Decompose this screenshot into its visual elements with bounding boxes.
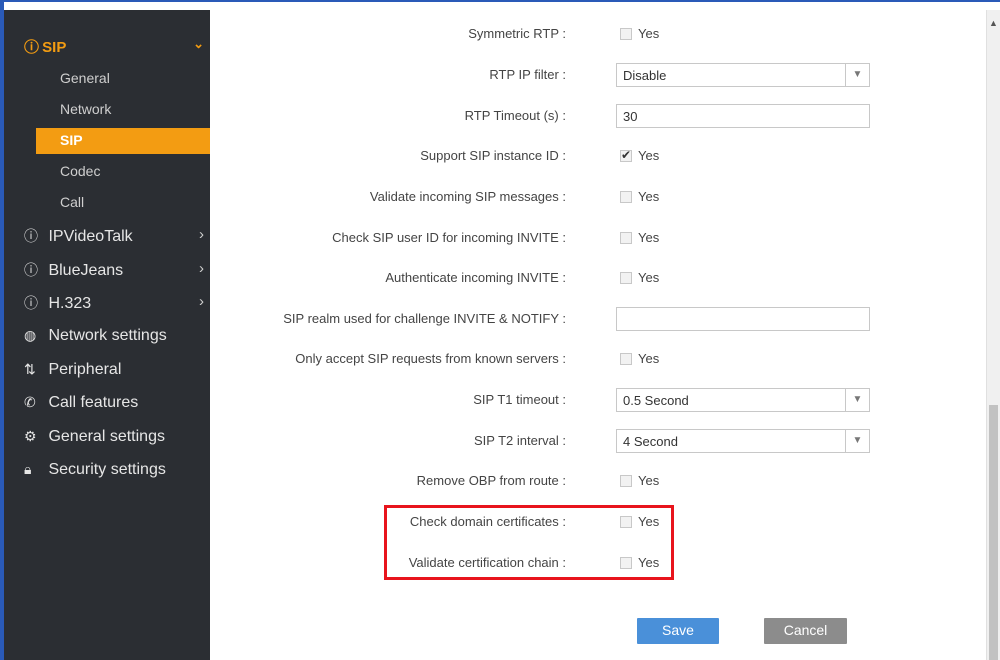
- chevron-down-icon: ▼: [845, 389, 869, 411]
- sidebar-item-label: General settings: [48, 428, 165, 445]
- save-button[interactable]: Save: [637, 618, 719, 644]
- symmetric-rtp-checkbox[interactable]: [620, 28, 632, 40]
- chevron-down-icon: ⌄: [193, 36, 204, 51]
- row-rtp-timeout: RTP Timeout (s) : 30: [210, 104, 986, 128]
- field-label: SIP T1 timeout :: [473, 392, 566, 407]
- field-label: Authenticate incoming INVITE :: [385, 270, 566, 285]
- remove-obp-checkbox[interactable]: [620, 475, 632, 487]
- checkbox-label: Yes: [638, 148, 660, 163]
- row-remove-obp: Remove OBP from route : Yes: [210, 469, 986, 493]
- scroll-up-icon[interactable]: ▲: [989, 18, 998, 28]
- sidebar: ⓘ SIP ⌄ General Network SIP Codec Call ⓘ…: [4, 10, 210, 660]
- row-only-accept-known: Only accept SIP requests from known serv…: [210, 347, 986, 371]
- phone-icon: ✆: [24, 394, 36, 410]
- chevron-down-icon: ▼: [845, 430, 869, 452]
- sidebar-item-security-settings[interactable]: 🔒︎ Security settings: [24, 461, 210, 479]
- sidebar-item-bluejeans[interactable]: ⓘ BlueJeans ›: [24, 260, 210, 280]
- sidebar-subitem-network[interactable]: Network: [60, 101, 111, 117]
- sidebar-item-label: Network settings: [48, 327, 167, 344]
- field-label: Check SIP user ID for incoming INVITE :: [332, 230, 566, 245]
- sidebar-item-label: Call features: [48, 394, 139, 411]
- checkbox-label: Yes: [638, 473, 660, 488]
- sidebar-item-peripheral[interactable]: ⇅ Peripheral: [24, 361, 210, 379]
- field-label: RTP IP filter :: [489, 67, 566, 82]
- info-circle-icon: ⓘ: [24, 295, 38, 311]
- chevron-right-icon: ›: [199, 226, 204, 243]
- row-support-sip-instance-id: Support SIP instance ID : Yes: [210, 144, 986, 168]
- sidebar-item-label: SIP: [42, 39, 67, 56]
- field-label: Support SIP instance ID :: [420, 148, 566, 163]
- field-label: Only accept SIP requests from known serv…: [295, 351, 566, 366]
- select-value: 4 Second: [623, 434, 678, 449]
- rtp-timeout-input[interactable]: 30: [616, 104, 870, 128]
- sidebar-item-call-features[interactable]: ✆ Call features: [24, 394, 210, 412]
- sip-realm-input[interactable]: [616, 307, 870, 331]
- sidebar-subitem-codec[interactable]: Codec: [60, 163, 100, 179]
- sidebar-item-label: Security settings: [48, 461, 166, 478]
- info-circle-icon: ⓘ: [24, 228, 38, 244]
- checkbox-label: Yes: [638, 26, 660, 41]
- row-validate-incoming: Validate incoming SIP messages : Yes: [210, 185, 986, 209]
- sidebar-subitem-call[interactable]: Call: [60, 194, 84, 210]
- highlight-box: [384, 505, 674, 580]
- field-label: SIP T2 interval :: [473, 433, 566, 448]
- sidebar-item-h323[interactable]: ⓘ H.323 ›: [24, 293, 210, 313]
- select-value: Disable: [623, 68, 667, 83]
- field-label: SIP realm used for challenge INVITE & NO…: [283, 311, 566, 326]
- gear-icon: ⚙: [24, 428, 37, 444]
- chevron-right-icon: ›: [199, 260, 204, 277]
- plug-icon: ⇅: [24, 361, 36, 377]
- sidebar-subitem-general[interactable]: General: [60, 70, 110, 86]
- field-label: RTP Timeout (s) :: [464, 108, 566, 123]
- row-check-sip-user-id: Check SIP user ID for incoming INVITE : …: [210, 226, 986, 250]
- row-authenticate-invite: Authenticate incoming INVITE : Yes: [210, 266, 986, 290]
- sip-t2-interval-select[interactable]: 4 Second ▼: [616, 429, 870, 453]
- cancel-button[interactable]: Cancel: [764, 618, 847, 644]
- globe-icon: ◍: [24, 327, 37, 343]
- rtp-ip-filter-select[interactable]: Disable ▼: [616, 63, 870, 87]
- sidebar-item-network-settings[interactable]: ◍ Network settings: [24, 327, 210, 345]
- chevron-right-icon: ›: [199, 293, 204, 310]
- info-circle-icon: ⓘ: [24, 262, 38, 278]
- row-sip-realm: SIP realm used for challenge INVITE & NO…: [210, 307, 986, 331]
- sidebar-item-label: H.323: [48, 295, 92, 312]
- sidebar-item-label: IPVideoTalk: [48, 228, 133, 245]
- window-top-border: [0, 0, 1000, 10]
- checkbox-label: Yes: [638, 189, 660, 204]
- field-label: Symmetric RTP :: [468, 26, 566, 41]
- field-label: Remove OBP from route :: [416, 473, 566, 488]
- sidebar-item-label: Peripheral: [48, 361, 122, 378]
- row-symmetric-rtp: Symmetric RTP : Yes: [210, 22, 986, 46]
- row-rtp-ip-filter: RTP IP filter : Disable ▼: [210, 63, 986, 87]
- checkbox-label: Yes: [638, 230, 660, 245]
- sidebar-item-label: BlueJeans: [48, 262, 124, 279]
- sip-t1-timeout-select[interactable]: 0.5 Second ▼: [616, 388, 870, 412]
- sidebar-item-ipvideotalk[interactable]: ⓘ IPVideoTalk ›: [24, 226, 210, 246]
- scrollbar-thumb[interactable]: [989, 405, 998, 660]
- checkbox-label: Yes: [638, 270, 660, 285]
- checkbox-label: Yes: [638, 351, 660, 366]
- check-sip-user-id-checkbox[interactable]: [620, 232, 632, 244]
- validate-incoming-checkbox[interactable]: [620, 191, 632, 203]
- sidebar-item-general-settings[interactable]: ⚙ General settings: [24, 428, 210, 446]
- select-value: 0.5 Second: [623, 393, 689, 408]
- field-label: Validate incoming SIP messages :: [369, 189, 566, 204]
- scrollbar[interactable]: ▲: [986, 10, 1000, 660]
- row-sip-t2-interval: SIP T2 interval : 4 Second ▼: [210, 429, 986, 453]
- row-sip-t1-timeout: SIP T1 timeout : 0.5 Second ▼: [210, 388, 986, 412]
- lock-icon: 🔒︎: [24, 461, 32, 477]
- sidebar-item-sip[interactable]: ⓘ SIP ⌄: [24, 36, 210, 58]
- chevron-down-icon: ▼: [845, 64, 869, 86]
- authenticate-invite-checkbox[interactable]: [620, 272, 632, 284]
- info-circle-icon: ⓘ: [24, 39, 40, 56]
- only-accept-known-checkbox[interactable]: [620, 353, 632, 365]
- sidebar-subitem-sip[interactable]: SIP: [36, 128, 210, 154]
- support-sip-instance-id-checkbox[interactable]: [620, 148, 632, 162]
